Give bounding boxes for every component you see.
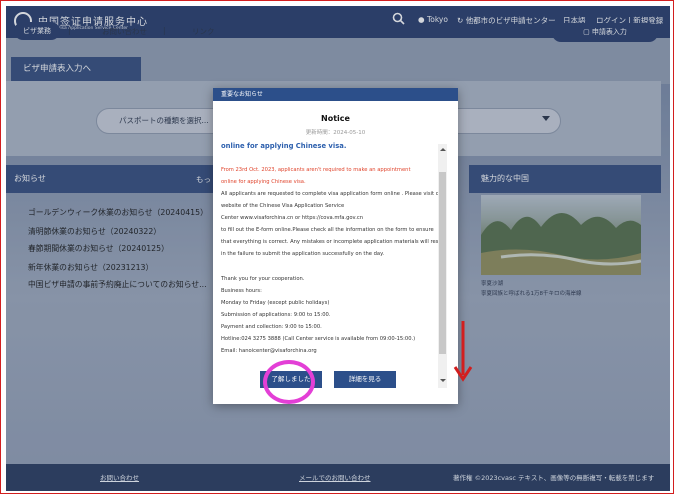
highlight-circle-annotation	[263, 360, 315, 404]
footer-copyright: 著作権 ©2023cvasc テキスト、画像等の無断複写・転載を禁じます	[453, 474, 655, 482]
notice-modal: 重要なお知らせ Notice 更新時間：2024-05-10 online fo…	[213, 88, 458, 404]
details-button[interactable]: 詳細を見る	[334, 371, 396, 388]
modal-title: Notice	[321, 114, 350, 123]
notice-line: Business hours:	[221, 288, 262, 294]
notice-line: Monday to Friday (except public holidays…	[221, 300, 330, 306]
notice-line: Payment and collection: 9:00 to 15:00.	[221, 324, 322, 330]
notice-line: Email: hanoicenter@visaforchina.org	[221, 348, 317, 354]
notice-line: in the failure to submit the application…	[221, 251, 385, 257]
notice-line: Thank you for your cooperation.	[221, 276, 305, 282]
footer-contact-link[interactable]: お問い合わせ	[100, 472, 139, 482]
down-arrow-annotation	[453, 321, 473, 382]
modal-date: 更新時間：2024-05-10	[305, 130, 366, 136]
notice-line: Hotline:024 3275 3888 (Call Center servi…	[221, 336, 416, 342]
notice-heading: online for applying Chinese visa.	[221, 142, 347, 150]
modal-body[interactable]: online for applying Chinese visa. From 2…	[221, 140, 447, 390]
modal-header-bar: 重要なお知らせ	[213, 88, 458, 101]
notice-line: From 23rd Oct. 2023, applicants aren't r…	[221, 167, 411, 173]
modal-scroll-thumb[interactable]	[439, 172, 446, 354]
footer-mail-link[interactable]: メールでのお問い合わせ	[299, 472, 371, 482]
notice-line: to fill out the E-form online.Please che…	[221, 227, 434, 233]
notice-line: online for applying Chinese visa.	[221, 179, 306, 185]
scroll-up-icon[interactable]	[440, 148, 446, 151]
scroll-down-icon[interactable]	[440, 379, 446, 382]
screenshot-frame: 中国签证申请服务中心 Chinese Visa Application Serv…	[0, 0, 674, 494]
notice-line: Center www.visaforchina.cn or https://co…	[221, 215, 364, 221]
notice-line: All applicants are requested to complete…	[221, 191, 445, 197]
notice-line: that everything is correct. Any mistakes…	[221, 239, 446, 245]
notice-line: Submission of applications: 9:00 to 15:0…	[221, 312, 331, 318]
notice-line: website of the Chinese Visa Application …	[221, 203, 345, 209]
